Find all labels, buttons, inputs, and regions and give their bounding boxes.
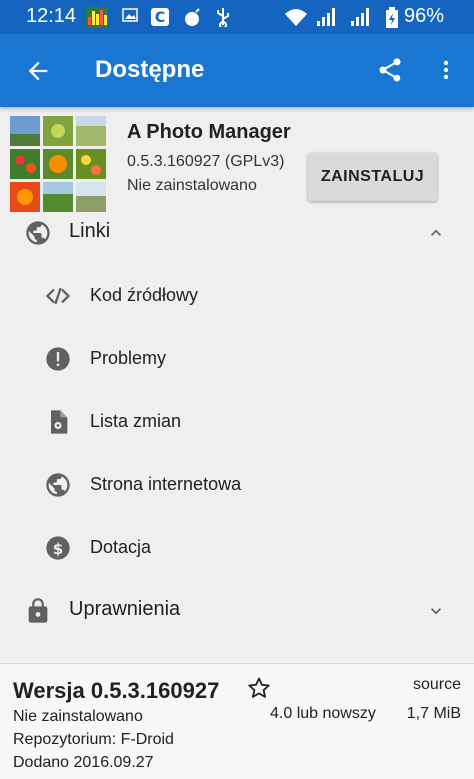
- star-outline-icon[interactable]: [247, 676, 271, 700]
- app-version: 0.5.3.160927 (GPLv3): [127, 153, 285, 170]
- chevron-down-icon: [431, 608, 441, 615]
- version-title: Wersja 0.5.3.160927: [13, 678, 220, 703]
- photo-grid-app-icon: [10, 116, 106, 212]
- signal-icon: [317, 8, 335, 26]
- link-donate[interactable]: $ Dotacja: [0, 520, 474, 576]
- wifi-icon: [285, 9, 307, 26]
- alert-icon: [46, 347, 70, 371]
- link-changelog[interactable]: Lista zmian: [0, 394, 474, 450]
- status-time: 12:14: [26, 5, 77, 27]
- version-size: 1,7 MiB: [406, 705, 461, 722]
- app-install-status: Nie zainstalowano: [127, 177, 257, 194]
- app-toolbar: Dostępne: [0, 34, 474, 107]
- battery-charging-icon: [386, 7, 398, 28]
- dollar-icon: $: [46, 536, 70, 560]
- code-icon: [45, 287, 71, 305]
- links-section-label: Linki: [69, 220, 111, 242]
- svg-text:$: $: [53, 540, 64, 558]
- link-source-code[interactable]: Kod źródłowy: [0, 268, 474, 324]
- bomb-icon: [185, 8, 200, 26]
- version-added-date: Dodano 2016.09.27: [13, 754, 154, 771]
- globe-icon: [26, 221, 50, 245]
- version-source-link[interactable]: source: [413, 676, 461, 694]
- usb-icon: [217, 8, 229, 27]
- app-name: A Photo Manager: [127, 121, 291, 143]
- svg-text:C: C: [155, 10, 165, 26]
- link-label: Dotacja: [90, 537, 152, 557]
- globe-icon: [46, 473, 70, 497]
- more-options-icon[interactable]: [434, 56, 458, 84]
- version-repository: Repozytorium: F-Droid: [13, 731, 174, 748]
- changelog-file-icon: [51, 410, 68, 434]
- signal-2-icon: [351, 8, 369, 26]
- c-app-icon: C: [151, 8, 169, 26]
- image-icon: [122, 8, 138, 22]
- version-install-status: Nie zainstalowano: [13, 708, 143, 725]
- install-button[interactable]: ZAINSTALUJ: [308, 153, 437, 201]
- share-icon[interactable]: [376, 56, 404, 84]
- toolbar-title: Dostępne: [95, 56, 205, 83]
- equalizer-app-icon: [86, 7, 108, 27]
- links-section-header[interactable]: Linki: [0, 205, 474, 261]
- version-android-requirement: 4.0 lub nowszy: [270, 705, 376, 722]
- link-issues[interactable]: Problemy: [0, 331, 474, 387]
- link-label: Strona internetowa: [90, 474, 242, 494]
- link-label: Kod źródłowy: [90, 285, 199, 305]
- app-header: A Photo Manager 0.5.3.160927 (GPLv3) Nie…: [0, 107, 474, 212]
- status-bar: 12:14 C 96%: [0, 0, 474, 34]
- lock-icon: [28, 598, 48, 623]
- link-label: Lista zmian: [90, 411, 182, 431]
- link-label: Problemy: [90, 348, 167, 368]
- back-arrow-icon[interactable]: [24, 57, 52, 85]
- link-website[interactable]: Strona internetowa: [0, 457, 474, 513]
- permissions-section-label: Uprawnienia: [69, 598, 181, 620]
- version-panel[interactable]: Wersja 0.5.3.160927 source Nie zainstalo…: [0, 664, 474, 779]
- battery-level: 96%: [403, 5, 444, 27]
- chevron-up-icon: [431, 229, 441, 236]
- permissions-section-header[interactable]: Uprawnienia: [0, 583, 474, 639]
